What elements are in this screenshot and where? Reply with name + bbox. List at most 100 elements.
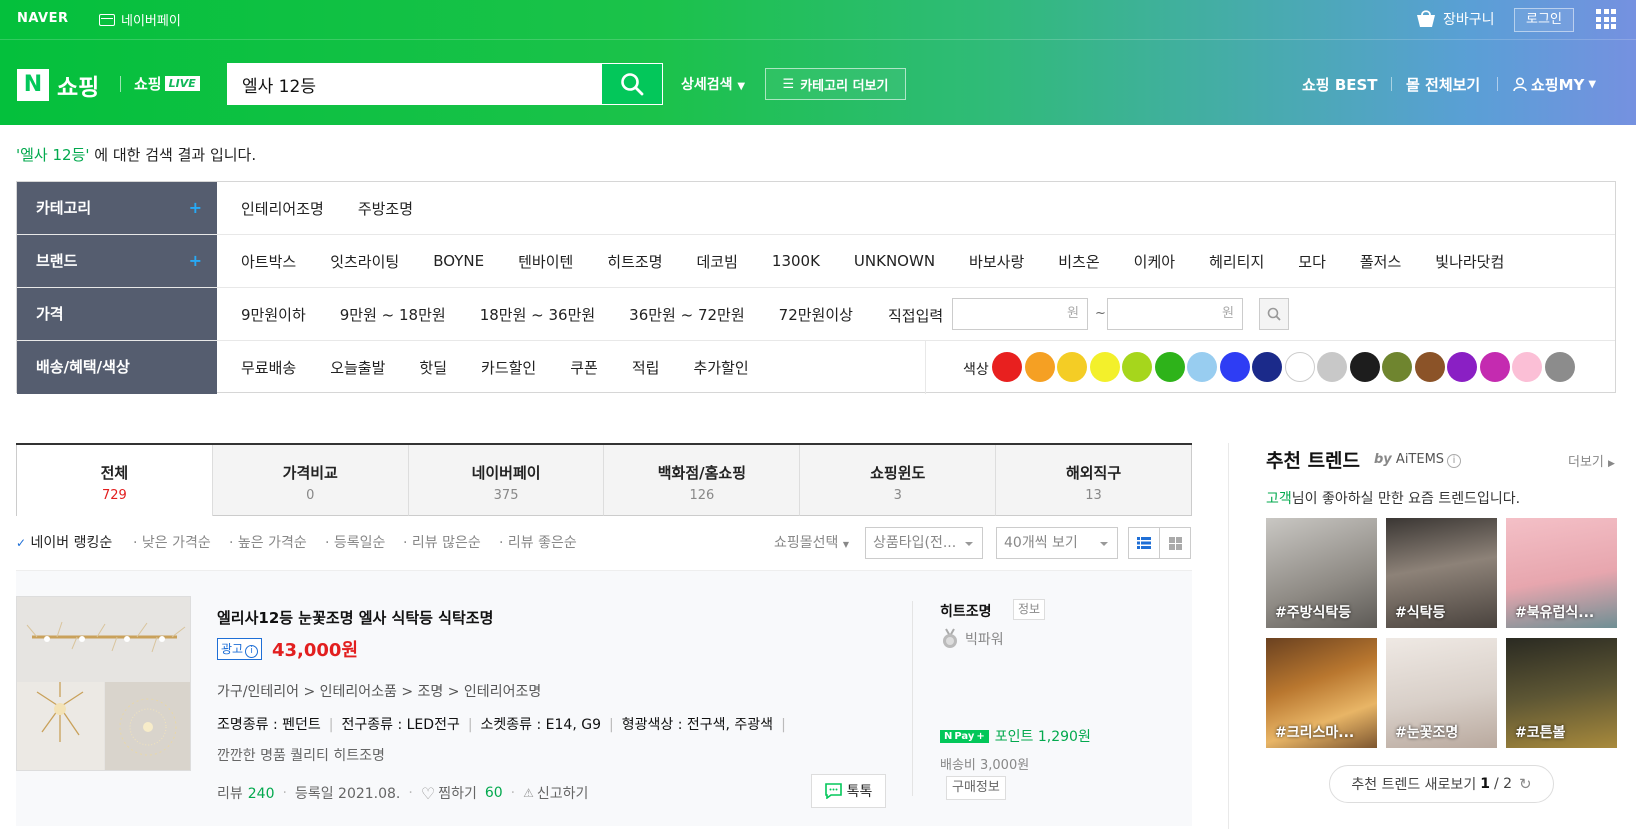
filter-option[interactable]: 36만원 ~ 72만원 bbox=[629, 304, 744, 325]
sort-review-count[interactable]: · 리뷰 많은순 bbox=[403, 532, 481, 552]
service-menu-icon[interactable] bbox=[1596, 9, 1616, 29]
product-category-path[interactable]: 가구/인테리어 > 인테리어소품 > 조명 > 인테리어조명 bbox=[217, 681, 541, 701]
filter-option[interactable]: 카드할인 bbox=[481, 357, 536, 378]
filter-option[interactable]: 히트조명 bbox=[607, 251, 662, 272]
list-view-icon[interactable] bbox=[1129, 528, 1160, 558]
color-swatch[interactable] bbox=[1154, 352, 1185, 382]
color-swatch[interactable] bbox=[1414, 352, 1445, 382]
filter-option[interactable]: 잇츠라이팅 bbox=[330, 251, 399, 272]
color-swatch[interactable] bbox=[992, 352, 1022, 382]
detail-search-button[interactable]: 상세검색 ▼ bbox=[681, 74, 745, 94]
filter-option[interactable]: 바보사랑 bbox=[969, 251, 1024, 272]
sort-register-date[interactable]: · 등록일순 bbox=[325, 532, 385, 552]
trend-card[interactable]: #눈꽃조명 bbox=[1386, 638, 1497, 748]
filter-option[interactable]: 주방조명 bbox=[358, 198, 413, 219]
filter-option[interactable]: 인테리어조명 bbox=[241, 198, 324, 219]
filter-option[interactable]: UNKNOWN bbox=[854, 252, 935, 270]
login-button[interactable]: 로그인 bbox=[1514, 8, 1574, 32]
color-swatch[interactable] bbox=[1024, 352, 1055, 382]
grid-view-icon[interactable] bbox=[1160, 528, 1190, 558]
filter-option[interactable]: 아트박스 bbox=[241, 251, 296, 272]
tab-shopping-window[interactable]: 쇼핑윈도 3 bbox=[800, 445, 997, 516]
filter-option[interactable]: 비츠온 bbox=[1058, 251, 1099, 272]
color-swatch[interactable] bbox=[1479, 352, 1510, 382]
mall-info-button[interactable]: 정보 bbox=[1013, 599, 1046, 620]
purchase-info-button[interactable]: 구매정보 bbox=[946, 776, 1006, 800]
filter-option[interactable]: 추가할인 bbox=[693, 357, 748, 378]
product-thumbnail[interactable] bbox=[16, 596, 191, 771]
search-button[interactable] bbox=[601, 63, 663, 105]
mall-select-dropdown[interactable]: 쇼핑몰선택 ▼ bbox=[774, 532, 849, 552]
sort-review-score[interactable]: · 리뷰 좋은순 bbox=[499, 532, 577, 552]
sort-low-price[interactable]: · 낮은 가격순 bbox=[133, 532, 211, 552]
tab-all[interactable]: 전체 729 bbox=[16, 445, 213, 516]
price-search-button[interactable] bbox=[1259, 298, 1289, 330]
filter-option[interactable]: 이케아 bbox=[1134, 251, 1175, 272]
product-title[interactable]: 엘리사12등 눈꽃조명 엘사 식탁등 식탁조명 bbox=[217, 607, 493, 628]
color-swatch[interactable] bbox=[1057, 352, 1087, 382]
filter-option[interactable]: 1300K bbox=[772, 252, 820, 270]
zzim-button[interactable]: ♡ 찜하기 60 bbox=[421, 783, 503, 803]
filter-label-brand[interactable]: 브랜드 + bbox=[17, 235, 217, 287]
trend-card[interactable]: #북유럽식... bbox=[1506, 518, 1617, 628]
trend-refresh-button[interactable]: 추천 트렌드 새로보기 1 / 2 ↻ bbox=[1329, 765, 1554, 803]
shopping-live-link[interactable]: 쇼핑 LIVE bbox=[134, 73, 200, 94]
filter-option[interactable]: BOYNE bbox=[433, 252, 484, 270]
mall-name[interactable]: 히트조명 bbox=[940, 601, 992, 621]
filter-option[interactable]: 빛나라닷컴 bbox=[1435, 251, 1504, 272]
filter-option[interactable]: 쿠폰 bbox=[570, 357, 598, 378]
info-icon[interactable]: i bbox=[1447, 454, 1462, 468]
filter-option[interactable]: 오늘출발 bbox=[330, 357, 385, 378]
shopping-my-menu[interactable]: 쇼핑MY ▼ bbox=[1513, 74, 1596, 95]
tab-price-compare[interactable]: 가격비교 0 bbox=[212, 445, 409, 516]
shopping-best-link[interactable]: 쇼핑 BEST bbox=[1302, 74, 1378, 95]
ad-badge[interactable]: 광고 i bbox=[217, 638, 263, 660]
category-more-button[interactable]: ☰ 카테고리 더보기 bbox=[765, 68, 906, 100]
filter-option[interactable]: 9만원 ~ 18만원 bbox=[340, 304, 446, 325]
filter-option[interactable]: 72만원이상 bbox=[779, 304, 853, 325]
product-type-select[interactable]: 상품타입(전... bbox=[865, 527, 983, 559]
cart-link[interactable]: 장바구니 bbox=[1415, 9, 1495, 29]
trend-card[interactable]: #코튼볼 bbox=[1506, 638, 1617, 748]
trend-card[interactable]: #식탁등 bbox=[1386, 518, 1497, 628]
sort-high-price[interactable]: · 높은 가격순 bbox=[229, 532, 307, 552]
review-link[interactable]: 리뷰 240 bbox=[217, 783, 275, 803]
tab-naver-pay[interactable]: 네이버페이 375 bbox=[408, 445, 605, 516]
filter-option[interactable]: 적립 bbox=[632, 357, 660, 378]
color-swatch[interactable] bbox=[1447, 352, 1477, 382]
tab-overseas[interactable]: 해외직구 13 bbox=[996, 445, 1192, 516]
talktalk-button[interactable]: 톡톡 bbox=[811, 774, 886, 808]
tab-department-store[interactable]: 백화점/홈쇼핑 126 bbox=[604, 445, 801, 516]
filter-option[interactable]: 헤리티지 bbox=[1209, 251, 1264, 272]
color-swatch[interactable] bbox=[1349, 352, 1380, 382]
color-swatch[interactable] bbox=[1219, 352, 1250, 382]
trend-card[interactable]: #주방식탁등 bbox=[1266, 518, 1377, 628]
filter-option[interactable]: 핫딜 bbox=[419, 357, 447, 378]
report-button[interactable]: ⚠ 신고하기 bbox=[523, 783, 588, 803]
filter-label-category[interactable]: 카테고리 + bbox=[17, 182, 217, 234]
color-swatch[interactable] bbox=[1187, 352, 1217, 382]
naver-logo[interactable]: NAVER bbox=[17, 11, 69, 26]
color-swatch[interactable] bbox=[1089, 352, 1120, 382]
filter-option[interactable]: 모다 bbox=[1298, 251, 1326, 272]
price-min-input[interactable]: 원 bbox=[952, 298, 1088, 330]
color-swatch[interactable] bbox=[1512, 352, 1542, 382]
view-count-select[interactable]: 40개씩 보기 bbox=[996, 527, 1118, 559]
filter-option[interactable]: 폴저스 bbox=[1360, 251, 1401, 272]
naver-pay-link[interactable]: 네이버페이 bbox=[99, 10, 181, 29]
mall-all-link[interactable]: 몰 전체보기 bbox=[1406, 74, 1480, 95]
trend-card[interactable]: #크리스마... bbox=[1266, 638, 1377, 748]
color-swatch[interactable] bbox=[1122, 352, 1152, 382]
color-swatch[interactable] bbox=[1544, 352, 1575, 382]
plus-icon[interactable]: + bbox=[189, 182, 202, 234]
search-input[interactable] bbox=[228, 64, 626, 104]
filter-option[interactable]: 무료배송 bbox=[241, 357, 296, 378]
filter-option[interactable]: 텐바이텐 bbox=[518, 251, 573, 272]
color-swatch[interactable] bbox=[1252, 352, 1282, 382]
filter-option[interactable]: 9만원이하 bbox=[241, 304, 306, 325]
trend-more-link[interactable]: 더보기 ▶ bbox=[1568, 451, 1615, 470]
sort-ranking[interactable]: ✓ 네이버 랭킹순 bbox=[16, 532, 112, 552]
filter-option[interactable]: 18만원 ~ 36만원 bbox=[480, 304, 595, 325]
color-swatch[interactable] bbox=[1284, 352, 1315, 382]
color-swatch[interactable] bbox=[1317, 352, 1347, 382]
